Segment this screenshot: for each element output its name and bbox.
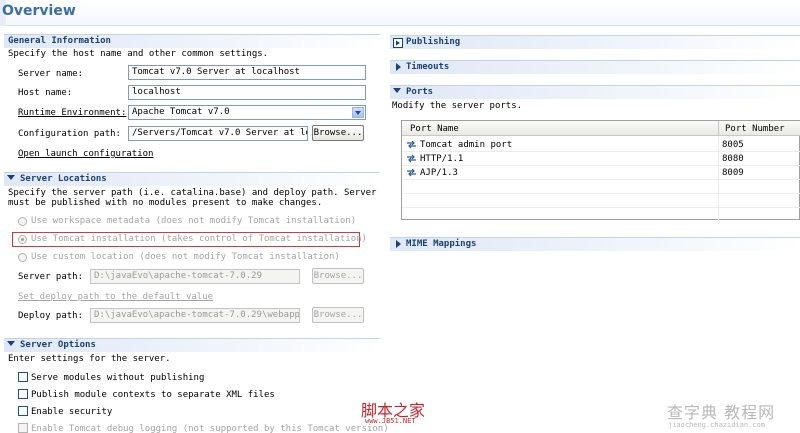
watermark-url: www.JB51.NET [365,417,416,425]
runtime-environment-combo[interactable]: Apache Tomcat v7.0 [128,105,366,120]
chevron-down-icon[interactable] [352,107,364,118]
expand-triangle-icon[interactable] [396,63,401,71]
general-info-header[interactable]: General Information [4,34,380,48]
configuration-path-label: Configuration path: [18,129,121,139]
general-info-description: Specify the host name and other common s… [8,49,269,59]
server-name-label: Server name: [18,69,84,79]
port-icon [407,154,416,163]
table-row[interactable]: Tomcat admin port 8005 [402,138,800,152]
general-info-heading: General Information [8,36,111,46]
tomcat-installation-label: Use Tomcat installation (takes control o… [31,234,367,244]
port-number-column-header[interactable]: Port Number [725,124,785,134]
server-name-input[interactable]: Tomcat v7.0 Server at localhost [128,65,366,80]
tomcat-installation-radio[interactable] [18,235,27,244]
empty-row [402,194,800,208]
server-path-browse-button[interactable]: Browse... [312,268,364,284]
ports-table[interactable]: Port Name Port Number Tomcat admin port … [401,120,800,221]
publishing-header[interactable]: Publishing [390,35,800,49]
ports-description: Modify the server ports. [392,101,523,111]
collapse-triangle-icon[interactable] [7,175,15,180]
empty-row [402,180,800,194]
mime-mappings-heading: MIME Mappings [406,239,477,249]
set-default-deploy-path-link[interactable]: Set deploy path to the default value [18,292,213,302]
publish-contexts-label: Publish module contexts to separate XML … [31,390,275,400]
timeouts-header[interactable]: Timeouts [390,60,800,74]
server-options-header[interactable]: Server Options [4,338,380,352]
server-locations-description-1: Specify the server path (i.e. catalina.b… [8,188,377,198]
runtime-environment-link[interactable]: Runtime Environment: [18,108,126,118]
column-separator [718,121,719,136]
runtime-environment-value: Apache Tomcat v7.0 [132,107,230,117]
ports-header[interactable]: Ports [390,85,800,99]
enable-security-checkbox[interactable] [18,406,28,416]
serve-modules-checkbox[interactable] [18,372,28,382]
serve-modules-label: Serve modules without publishing [31,373,205,383]
ports-heading: Ports [406,87,434,97]
publish-contexts-checkbox[interactable] [18,389,28,399]
collapse-triangle-icon[interactable] [7,341,15,346]
port-number[interactable]: 8080 [722,154,744,164]
workspace-metadata-label: Use workspace metadata (does not modify … [31,216,357,226]
port-icon [407,168,416,177]
expand-triangle-icon[interactable] [396,240,401,248]
server-path-input[interactable]: D:\javaEvo\apache-tomcat-7.0.29 [90,269,300,284]
port-number[interactable]: 8009 [722,168,744,178]
deploy-path-label: Deploy path: [18,311,84,321]
debug-logging-label: Enable Tomcat debug logging (not support… [31,424,389,433]
configuration-path-input[interactable]: /Servers/Tomcat v7.0 Server at loc [128,126,308,141]
server-options-heading: Server Options [20,340,96,350]
workspace-metadata-radio[interactable] [18,217,27,226]
mime-mappings-header[interactable]: MIME Mappings [390,237,800,251]
publishing-heading: Publishing [406,37,461,47]
watermark-logo-2: 查字典 教程网 [667,403,776,422]
host-name-input[interactable]: localhost [128,85,366,100]
port-name: Tomcat admin port [420,140,513,150]
table-row[interactable]: HTTP/1.1 8080 [402,152,800,166]
config-browse-button[interactable]: Browse... [312,125,364,141]
timeouts-heading: Timeouts [406,62,450,72]
open-launch-configuration-link[interactable]: Open launch configuration [18,149,153,159]
server-path-label: Server path: [18,272,84,282]
deploy-path-input[interactable]: D:\javaEvo\apache-tomcat-7.0.29\webapps [90,308,300,323]
port-name: AJP/1.3 [420,168,458,178]
table-row[interactable]: AJP/1.3 8009 [402,166,800,180]
host-name-label: Host name: [18,88,73,98]
enable-security-label: Enable security [31,407,113,417]
server-locations-heading: Server Locations [20,174,107,184]
deploy-path-browse-button[interactable]: Browse... [312,307,364,323]
server-locations-header[interactable]: Server Locations [4,172,380,186]
port-name: HTTP/1.1 [420,154,464,164]
custom-location-radio[interactable] [18,253,27,262]
port-name-column-header[interactable]: Port Name [410,124,459,134]
watermark-url-2: jiaocheng.chazidian.com [668,421,765,429]
plus-box-icon[interactable] [393,38,403,48]
ports-table-header: Port Name Port Number [402,121,800,136]
port-icon [407,140,416,149]
server-locations-description-2: must be published with no modules presen… [8,198,323,208]
page-title: Overview [2,3,76,19]
editor-title-bar: Overview [0,0,800,26]
port-number[interactable]: 8005 [722,140,744,150]
custom-location-label: Use custom location (does not modify Tom… [31,252,340,262]
server-options-description: Enter settings for the server. [8,354,171,364]
collapse-triangle-icon[interactable] [393,88,401,93]
debug-logging-checkbox[interactable] [18,423,28,433]
